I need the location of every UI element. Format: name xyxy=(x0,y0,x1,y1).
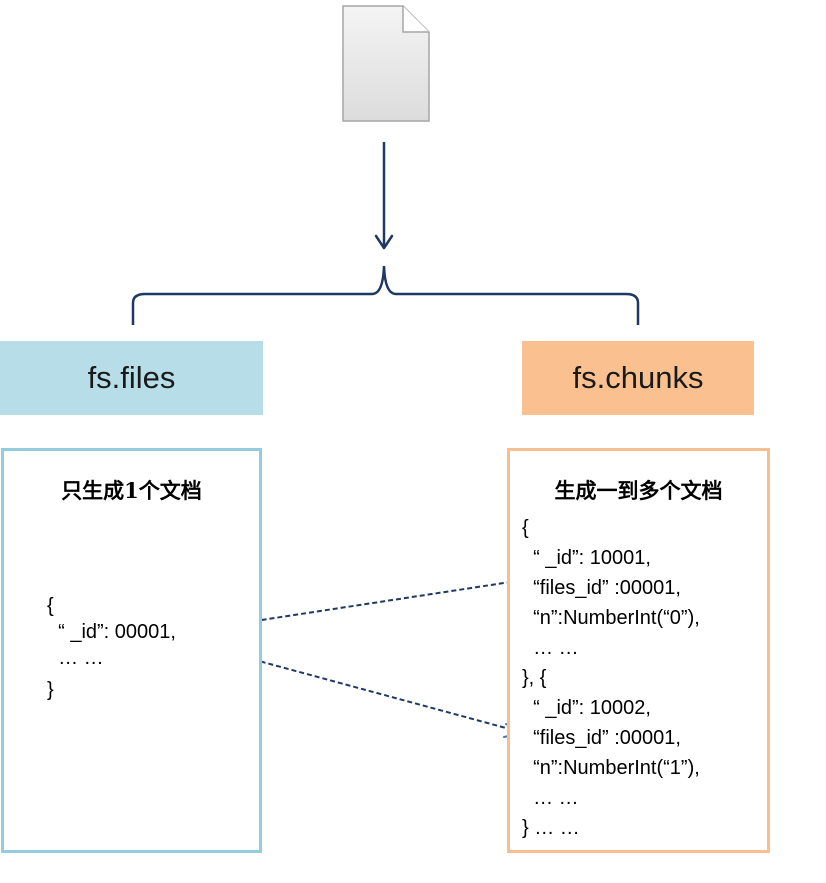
fs-chunks-label: fs.chunks xyxy=(522,341,754,415)
down-arrow xyxy=(374,142,394,250)
fs-files-label: fs.files xyxy=(0,341,263,415)
code-line: “files_id” :00001, xyxy=(522,727,681,749)
fs-files-title: 只生成1个文档 xyxy=(61,478,202,503)
code-line: … … xyxy=(47,647,104,669)
code-line: … … xyxy=(522,637,579,659)
fs-chunks-title: 生成一到多个文档 xyxy=(554,478,723,503)
code-line: “ _id”: 10002, xyxy=(522,697,651,719)
code-line: } … … xyxy=(522,817,580,839)
code-line: “files_id” :00001, xyxy=(522,577,681,599)
document-icon xyxy=(342,5,430,122)
code-line: } xyxy=(47,679,54,701)
code-line: “n”:NumberInt(“0”), xyxy=(522,607,700,629)
code-line: { xyxy=(522,517,529,539)
split-brace xyxy=(131,265,640,325)
fs-files-document-box: 只生成1个文档 { “ _id”: 00001, … … } xyxy=(1,448,262,853)
code-line: … … xyxy=(522,787,579,809)
code-line: “ _id”: 00001, xyxy=(47,621,176,643)
fs-chunks-document-box: 生成一到多个文档 { “ _id”: 10001, “files_id” :00… xyxy=(507,448,770,853)
code-line: }, { xyxy=(522,667,547,689)
code-line: { xyxy=(47,595,54,617)
code-line: “n”:NumberInt(“1”), xyxy=(522,757,700,779)
code-line: “ _id”: 10001, xyxy=(522,547,651,569)
